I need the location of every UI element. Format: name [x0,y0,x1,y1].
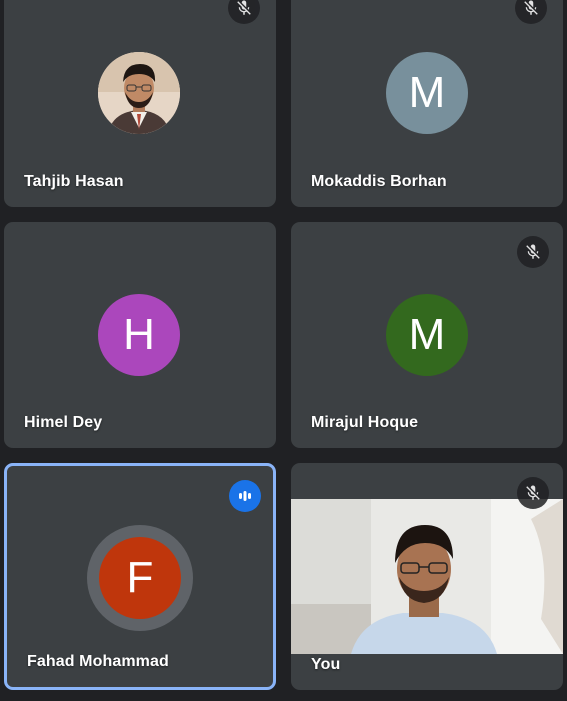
participant-name: Tahjib Hasan [24,173,124,190]
avatar-initial: F [99,537,181,619]
participant-tile-fahad-mohammad[interactable]: F Fahad Mohammad [4,463,276,690]
avatar-initial: M [386,52,468,134]
participant-name: Mokaddis Borhan [311,173,447,190]
participant-name: You [311,656,341,673]
participant-name: Himel Dey [24,414,103,431]
avatar-initial: H [98,294,180,376]
mic-off-icon [517,477,549,509]
avatar-photo [98,52,180,134]
participant-tile-mokaddis-borhan[interactable]: M Mokaddis Borhan [291,0,563,207]
participant-tile-mirajul-hoque[interactable]: M Mirajul Hoque [291,222,563,448]
participant-tile-you[interactable]: You [291,463,563,690]
participant-name: Mirajul Hoque [311,414,419,431]
self-video-feed [291,499,563,654]
participant-grid: Tahjib Hasan M Mokaddis Borhan H Himel D… [0,0,567,701]
mic-off-icon [517,236,549,268]
mic-off-icon [228,0,260,24]
avatar-initial: M [386,294,468,376]
speaking-indicator-icon [229,480,261,512]
participant-tile-himel-dey[interactable]: H Himel Dey [4,222,276,448]
participant-tile-tahjib-hasan[interactable]: Tahjib Hasan [4,0,276,207]
participant-name: Fahad Mohammad [27,653,169,670]
mic-off-icon [515,0,547,24]
